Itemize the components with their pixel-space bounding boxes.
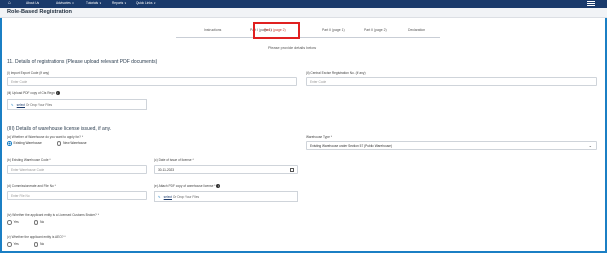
nav-item-advisories[interactable]: Advisories▼ (56, 1, 74, 6)
cbrn-placeholder: Enter Code (310, 80, 327, 84)
nav-item-label: Quick Links (136, 1, 153, 5)
radio-broker-no[interactable]: No (33, 220, 45, 225)
calendar-icon[interactable] (290, 167, 294, 172)
home-icon[interactable]: ⌂ (8, 1, 14, 6)
chevron-down-icon: ▼ (99, 2, 102, 5)
upload-select-link[interactable]: select (164, 195, 172, 199)
tab-instructions[interactable]: Instructions (204, 28, 221, 32)
radio-new-warehouse[interactable]: New Warehouse (56, 141, 87, 146)
nav-item-label: Reports (112, 1, 124, 5)
radio-label: Yes (13, 242, 19, 247)
warehouse-type-label: Warehouse Type * (306, 135, 333, 139)
section-title-warehouse: (III) Details of warehouse license issue… (7, 126, 112, 132)
warehouse-code-label: (b) Existing Warehouse Code * (7, 158, 51, 162)
nav-item-about-us[interactable]: About Us (26, 1, 39, 6)
radio-label: New Warehouse (63, 141, 87, 146)
radio-label: Existing Warehouse (13, 141, 42, 146)
radio-unchecked-icon (33, 220, 39, 225)
license-date-label: (c) Date of issue of license * (154, 158, 194, 162)
radio-label: No (40, 242, 45, 247)
license-attach-label: (e) Attach PDF copy of warehouse license… (154, 184, 221, 189)
warehouse-type-value: Existing Warehouse under Section 57 (Pub… (310, 144, 392, 148)
license-date-value: 30-11-2023 (158, 168, 175, 172)
radio-existing-warehouse[interactable]: Existing Warehouse (7, 141, 42, 146)
iec-label: (i) Import Export Code (If any) (7, 71, 50, 75)
license-upload-dropzone[interactable]: ✎ select Or Drop Your Files (154, 191, 298, 202)
instruction-hint: Please provide details below (268, 46, 317, 50)
tab-part2-page1[interactable]: Part II (page 1) (322, 28, 345, 32)
aeo-radio-group: Yes No (7, 242, 58, 247)
nav-item-label: Advisories (56, 1, 71, 5)
nav-item-reports[interactable]: Reports▼ (112, 1, 127, 6)
radio-unchecked-icon (7, 242, 12, 247)
chevron-down-icon: ▼ (124, 2, 127, 5)
active-tab-highlight (253, 22, 300, 39)
nav-item-quick-links[interactable]: Quick Links▼ (136, 1, 156, 6)
chevron-down-icon: ⌄ (588, 143, 592, 148)
info-icon[interactable]: i (55, 91, 60, 96)
page-title-bar: Role-Based Registration (0, 8, 607, 18)
warehouse-apply-radio-group: Existing Warehouse New Warehouse (7, 141, 101, 146)
customs-broker-radio-group: Yes No (7, 220, 58, 225)
license-date-input[interactable]: 30-11-2023 (154, 165, 298, 174)
upload-select-link[interactable]: select (17, 103, 25, 107)
iec-input[interactable]: Enter Code (7, 77, 297, 86)
radio-aeo-yes[interactable]: Yes (7, 242, 19, 247)
radio-unchecked-icon (7, 220, 12, 225)
nav-item-label: About Us (26, 1, 40, 5)
radio-unchecked-icon (56, 141, 62, 146)
radio-checked-icon (7, 141, 12, 146)
upload-drop-text: Or Drop Your Files (172, 195, 200, 199)
warehouse-apply-label: (a) Whether of Warehouse do you want to … (7, 135, 84, 139)
info-icon[interactable]: i (216, 184, 221, 189)
radio-label: No (40, 220, 45, 225)
step-tabs: Instructions Part I (page 1) Part I (pag… (176, 22, 440, 38)
chevron-down-icon: ▼ (71, 2, 75, 5)
nav-item-label: Tutorials (86, 1, 99, 5)
section-title-registrations: 11. Details of registrations (Please upl… (7, 59, 158, 65)
warehouse-type-select[interactable]: Existing Warehouse under Section 57 (Pub… (306, 141, 597, 150)
cbrn-input[interactable]: Enter Code (306, 77, 597, 86)
paperclip-icon: ✎ (158, 195, 161, 199)
file-upload-dropzone[interactable]: ✎ select Or Drop Your Files (7, 99, 147, 110)
upload-label-text: (iii) Upload PDF copy of Cts Regn (7, 91, 55, 95)
commissionerate-label: (d) Commissionerate and File No * (7, 184, 56, 188)
radio-label: Yes (13, 220, 19, 225)
commissionerate-placeholder: Enter File No (11, 194, 30, 198)
nav-item-tutorials[interactable]: Tutorials▼ (86, 1, 102, 6)
radio-broker-yes[interactable]: Yes (7, 220, 19, 225)
paperclip-icon: ✎ (11, 103, 14, 107)
form-frame (0, 18, 607, 253)
tab-part2-page2[interactable]: Part II (page 2) (364, 28, 387, 32)
upload-label: (iii) Upload PDF copy of Cts Regn i (7, 91, 60, 96)
tab-declaration[interactable]: Declaration (408, 28, 425, 32)
commissionerate-input[interactable]: Enter File No (7, 191, 147, 200)
aeo-label: (v) Whether the applicant entity is AEO?… (7, 235, 66, 239)
warehouse-code-placeholder: Enter Warehouse Code (11, 168, 45, 172)
cbrn-label: (ii) Central Excise Registration No. (If… (306, 71, 366, 75)
iec-placeholder: Enter Code (11, 80, 28, 84)
customs-broker-label: (iv) Whether the applicant entity is a L… (7, 213, 99, 217)
upload-drop-text: Or Drop Your Files (25, 103, 53, 107)
hamburger-menu-icon[interactable] (587, 1, 595, 6)
top-navigation-bar: ⌂ About Us Advisories▼ Tutorials▼ Report… (0, 0, 607, 8)
radio-unchecked-icon (33, 242, 39, 247)
license-attach-label-text: (e) Attach PDF copy of warehouse license… (154, 184, 216, 188)
warehouse-code-input[interactable]: Enter Warehouse Code (7, 165, 147, 174)
page-title: Role-Based Registration (7, 9, 72, 15)
chevron-down-icon: ▼ (153, 2, 156, 5)
radio-aeo-no[interactable]: No (33, 242, 45, 247)
